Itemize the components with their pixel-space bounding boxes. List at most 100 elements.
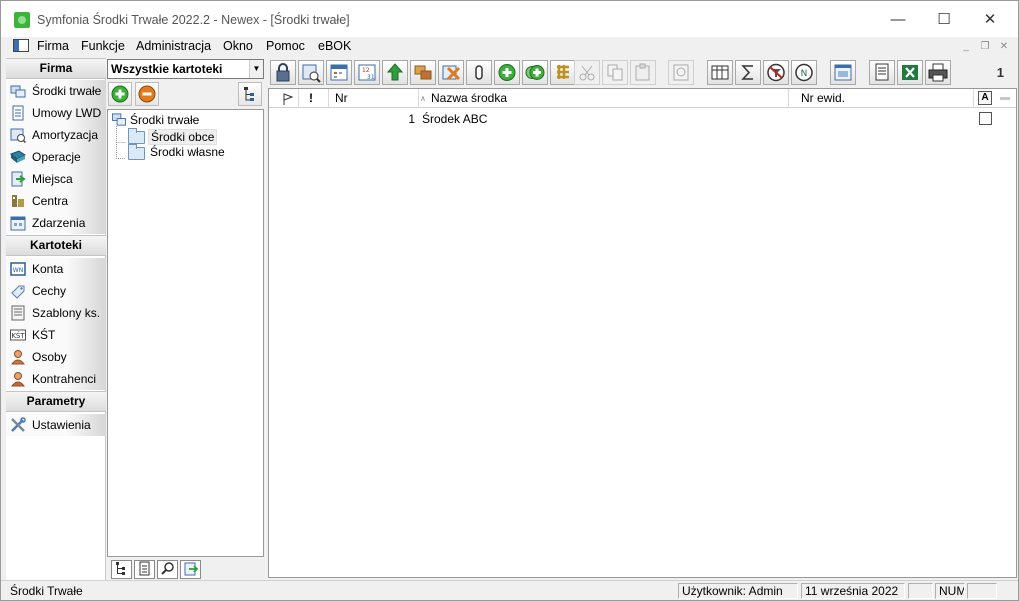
nav-item-kst[interactable]: KŚT KŚT	[6, 324, 106, 346]
nav-item-srodki-trwale[interactable]: Środki trwałe	[6, 80, 106, 102]
tab-document[interactable]	[134, 560, 155, 579]
calendar-view-button[interactable]	[830, 60, 856, 85]
up-level-button[interactable]	[382, 60, 408, 85]
nav-label: Ustawienia	[32, 418, 91, 432]
add-multiple-button[interactable]	[522, 60, 548, 85]
find-button[interactable]	[668, 60, 694, 85]
nav-label: Centra	[32, 194, 69, 208]
lock-button[interactable]	[270, 60, 296, 85]
nav-item-operacje[interactable]: Operacje	[6, 146, 106, 168]
nav-item-centra[interactable]: Centra	[6, 190, 106, 212]
nav-item-miejsca[interactable]: Miejsca	[6, 168, 106, 190]
remove-icon	[138, 85, 156, 103]
attachment-icon	[475, 65, 483, 80]
nav-item-umowy-lwd[interactable]: Umowy LWD	[6, 102, 106, 124]
sort-ascending-icon: ∧	[420, 94, 426, 103]
grid-generate-icon	[557, 65, 569, 79]
menu-administracja[interactable]: Administracja	[136, 39, 211, 53]
row-checkbox[interactable]	[979, 112, 992, 125]
group-icon	[414, 65, 432, 80]
print-button[interactable]	[925, 60, 951, 85]
copy-button[interactable]	[602, 60, 628, 85]
left-navigation: Firma Środki trwałe Umowy LWD Amortyzacj…	[6, 58, 106, 580]
calendar-icon	[330, 64, 348, 81]
maximize-button[interactable]: ☐	[929, 7, 959, 33]
filter-select[interactable]: Wszystkie kartoteki ▼	[107, 59, 264, 79]
close-button[interactable]: ✕	[975, 7, 1005, 33]
chevron-down-icon[interactable]: ▼	[249, 60, 263, 78]
operations-book-icon	[10, 150, 26, 163]
paste-button[interactable]	[630, 60, 656, 85]
add-icon	[498, 64, 516, 81]
flag-icon	[283, 93, 294, 105]
group-button[interactable]	[410, 60, 436, 85]
column-header-nr-ewid[interactable]: Nr ewid.	[789, 89, 974, 108]
mdi-minimize-button[interactable]: _	[958, 40, 974, 54]
settings-tools-icon	[11, 417, 26, 432]
delete-button[interactable]	[438, 60, 464, 85]
column-header-nazwa[interactable]: ∧ Nazwa środka	[419, 89, 789, 108]
generate-button[interactable]	[550, 60, 576, 85]
nav-item-kontrahenci[interactable]: Kontrahenci	[6, 368, 106, 390]
status-num: NUM	[935, 583, 965, 599]
events-icon	[10, 216, 26, 231]
period-button[interactable]: 12 31	[354, 60, 380, 85]
nav-header-firma[interactable]: Firma	[6, 58, 106, 79]
nav-header-parametry[interactable]: Parametry	[6, 391, 106, 412]
menu-bar: Firma Funkcje Administracja Okno Pomoc e…	[1, 37, 1018, 57]
menu-okno[interactable]: Okno	[223, 39, 253, 53]
nav-item-konta[interactable]: WN Konta	[6, 258, 106, 280]
mdi-close-button[interactable]: ✕	[996, 40, 1012, 54]
tree-view[interactable]: Środki trwałe Środki obce Środki własne	[107, 109, 264, 557]
nav-header-kartoteki[interactable]: Kartoteki	[6, 235, 106, 256]
menu-ebok[interactable]: eBOK	[318, 39, 351, 53]
menu-funkcje[interactable]: Funkcje	[81, 39, 125, 53]
tab-export[interactable]	[180, 560, 201, 579]
minimize-button[interactable]: —	[883, 7, 913, 33]
report-button[interactable]	[869, 60, 895, 85]
cut-button[interactable]	[574, 60, 600, 85]
tree-structure-button[interactable]	[238, 82, 262, 106]
nav-item-cechy[interactable]: Cechy	[6, 280, 106, 302]
mdi-restore-button[interactable]: ❐	[977, 40, 993, 54]
column-header-nr[interactable]: Nr	[329, 89, 419, 108]
remove-group-button[interactable]	[135, 82, 159, 106]
column-chooser-button[interactable]: A	[978, 91, 992, 105]
tab-search[interactable]	[157, 560, 178, 579]
document-window-icon[interactable]	[13, 39, 29, 52]
tree-node-label: Środki własne	[150, 145, 225, 159]
column-header-priority[interactable]: !	[299, 89, 329, 108]
assets-table[interactable]: ! Nr ∧ Nazwa środka Nr ewid. A 1 Środek …	[268, 88, 1017, 578]
nav-item-osoby[interactable]: Osoby	[6, 346, 106, 368]
menu-firma[interactable]: Firma	[37, 39, 69, 53]
table-row[interactable]: 1 Środek ABC	[269, 109, 1016, 129]
excel-export-button[interactable]	[897, 60, 923, 85]
nav-item-szablony[interactable]: Szablony ks.	[6, 302, 106, 324]
printer-icon	[928, 63, 948, 82]
main-toolbar: 12 31 N 1	[267, 58, 1018, 88]
nav-label: Osoby	[32, 350, 67, 364]
nav-label: Umowy LWD	[32, 106, 102, 120]
sum-button[interactable]	[735, 60, 761, 85]
nav-item-ustawienia[interactable]: Ustawienia	[6, 414, 106, 436]
date-range-icon: 1231	[358, 64, 376, 81]
add-button[interactable]	[494, 60, 520, 85]
tab-tree-view[interactable]	[111, 560, 132, 579]
add-multiple-icon	[525, 65, 545, 80]
nav-item-zdarzenia[interactable]: Zdarzenia	[6, 212, 106, 234]
status-extra	[967, 583, 997, 599]
nav-item-amortyzacja[interactable]: Amortyzacja	[6, 124, 106, 146]
attachment-button[interactable]	[466, 60, 492, 85]
menu-pomoc[interactable]: Pomoc	[266, 39, 305, 53]
add-group-button[interactable]	[108, 82, 132, 106]
columns-button[interactable]	[707, 60, 733, 85]
filter-off-button[interactable]	[763, 60, 789, 85]
numbering-button[interactable]: N	[791, 60, 817, 85]
status-module: Środki Trwałe	[10, 584, 83, 598]
kst-icon: KŚT	[10, 329, 26, 341]
calendar-button[interactable]	[326, 60, 352, 85]
column-header-flag[interactable]	[269, 89, 299, 108]
add-icon	[111, 85, 129, 103]
nav-label: Konta	[32, 262, 64, 276]
preview-button[interactable]	[298, 60, 324, 85]
